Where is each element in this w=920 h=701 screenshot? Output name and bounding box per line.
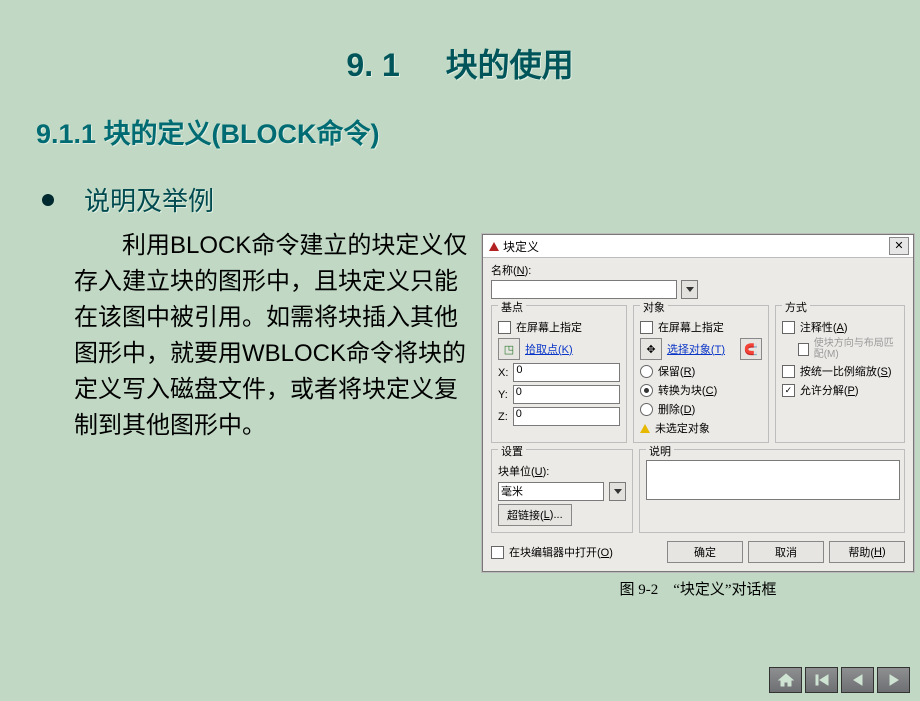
pick-point-button[interactable]: ◳ (498, 338, 520, 360)
convert-radio[interactable] (640, 384, 653, 397)
prev-icon (850, 673, 866, 687)
block-name-input[interactable] (491, 280, 677, 299)
first-icon (814, 673, 830, 687)
objects-onscreen-checkbox[interactable] (640, 321, 653, 334)
allow-explode-checkbox[interactable]: ✓ (782, 384, 795, 397)
y-label: Y: (498, 389, 508, 401)
nav-prev-button[interactable] (841, 667, 874, 693)
x-label: X: (498, 367, 508, 379)
unit-label: 块单位(U): (498, 463, 549, 479)
settings-panel: 设置 块单位(U): 毫米 超链接(L)... (491, 449, 633, 533)
slide-nav (769, 667, 910, 693)
mode-title: 方式 (782, 299, 810, 315)
uniform-scale-label: 按统一比例缩放(S) (800, 363, 892, 379)
mode-panel: 方式 注释性(A) 使块方向与布局匹配(M) 按统一比例缩放(S) ✓允许分解(… (775, 305, 905, 443)
match-layout-label: 使块方向与布局匹配(M) (814, 338, 898, 360)
bullet-text: 说明及举例 (84, 181, 214, 218)
title-number: 9. 1 (346, 47, 399, 83)
match-layout-checkbox (798, 343, 809, 356)
allow-explode-label: 允许分解(P) (800, 382, 859, 398)
x-input[interactable]: 0 (513, 363, 620, 382)
ok-button[interactable]: 确定 (667, 541, 743, 563)
cancel-button[interactable]: 取消 (748, 541, 824, 563)
retain-label: 保留(R) (658, 363, 695, 379)
quick-select-button[interactable]: 🧲 (740, 338, 762, 360)
warning-icon (640, 424, 650, 433)
block-definition-dialog: 块定义 ✕ 名称(N): 基点 (482, 234, 914, 572)
objects-title: 对象 (640, 299, 668, 315)
hyperlink-button[interactable]: 超链接(L)... (498, 504, 572, 526)
delete-label: 删除(D) (658, 401, 695, 417)
figure-caption: 图 9-2 “块定义”对话框 (482, 578, 914, 599)
name-label: 名称(N): (491, 262, 531, 278)
select-objects-label[interactable]: 选择对象(T) (667, 341, 725, 357)
delete-radio[interactable] (640, 403, 653, 416)
dialog-titlebar: 块定义 ✕ (483, 235, 913, 258)
home-icon (778, 673, 794, 687)
paragraph: 利用BLOCK命令建立的块定义仅存入建立块的图形中，且块定义只能在该图中被引用。… (74, 228, 474, 444)
z-label: Z: (498, 411, 508, 423)
next-icon (886, 673, 902, 687)
bullet-item: 说明及举例 (42, 181, 920, 218)
settings-title: 设置 (498, 443, 526, 459)
retain-radio[interactable] (640, 365, 653, 378)
bullet-dot-icon (42, 194, 54, 206)
close-button[interactable]: ✕ (889, 237, 909, 255)
nav-first-button[interactable] (805, 667, 838, 693)
open-in-editor-checkbox[interactable] (491, 546, 504, 559)
objects-onscreen-label: 在屏幕上指定 (658, 319, 724, 335)
block-name-dropdown[interactable] (681, 280, 698, 299)
basepoint-onscreen-label: 在屏幕上指定 (516, 319, 582, 335)
description-panel: 说明 (639, 449, 905, 533)
description-textarea[interactable] (646, 460, 900, 500)
unit-select[interactable]: 毫米 (498, 482, 604, 501)
dialog-title: 块定义 (503, 238, 539, 255)
help-button[interactable]: 帮助(H) (829, 541, 905, 563)
slide-title: 9. 1 块的使用 (0, 0, 920, 86)
annotative-label: 注释性(A) (800, 319, 848, 335)
convert-label: 转换为块(C) (658, 382, 717, 398)
open-in-editor-label: 在块编辑器中打开(O) (509, 544, 613, 560)
basepoint-title: 基点 (498, 299, 526, 315)
unit-dropdown-arrow[interactable] (609, 482, 626, 501)
select-objects-button[interactable]: ✥ (640, 338, 662, 360)
no-objects-label: 未选定对象 (655, 420, 710, 436)
paragraph-text: 利用BLOCK命令建立的块定义仅存入建立块的图形中，且块定义只能在该图中被引用。… (74, 232, 467, 439)
z-input[interactable]: 0 (513, 407, 620, 426)
nav-next-button[interactable] (877, 667, 910, 693)
app-logo-icon (489, 242, 499, 251)
title-text: 块的使用 (446, 47, 574, 83)
basepoint-panel: 基点 在屏幕上指定 ◳ 拾取点(K) X:0 Y:0 (491, 305, 627, 443)
description-title: 说明 (646, 443, 674, 459)
pick-point-label[interactable]: 拾取点(K) (525, 341, 573, 357)
y-input[interactable]: 0 (513, 385, 620, 404)
annotative-checkbox[interactable] (782, 321, 795, 334)
objects-panel: 对象 在屏幕上指定 ✥ 选择对象(T) 🧲 (633, 305, 769, 443)
nav-home-button[interactable] (769, 667, 802, 693)
section-heading: 9.1.1 块的定义(BLOCK命令) (36, 112, 920, 151)
uniform-scale-checkbox[interactable] (782, 365, 795, 378)
basepoint-onscreen-checkbox[interactable] (498, 321, 511, 334)
